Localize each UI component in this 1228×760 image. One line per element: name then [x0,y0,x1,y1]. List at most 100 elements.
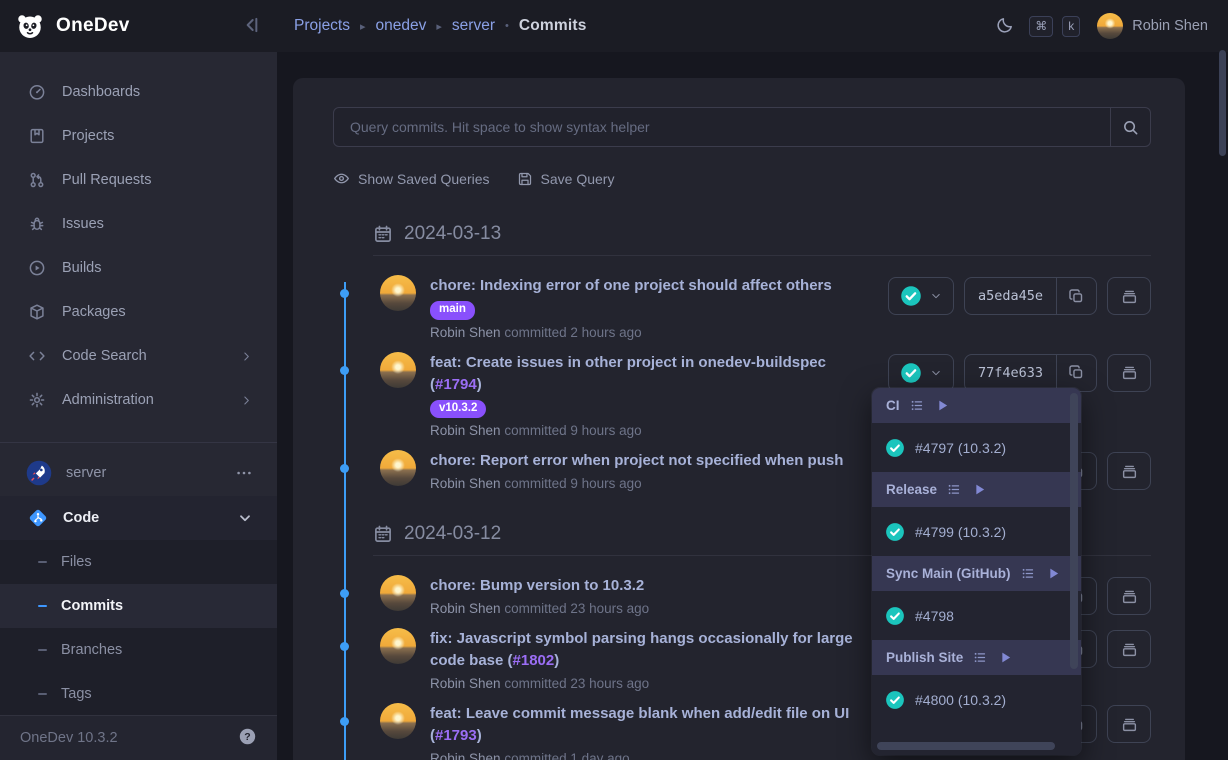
browse-code-button[interactable] [1107,705,1151,743]
browse-code-button[interactable] [1107,354,1151,392]
ref-badge[interactable]: v10.3.2 [430,400,486,419]
commit-message-text: ) [554,652,559,669]
commit-body: feat: Leave commit message blank when ad… [430,703,868,760]
commit-message-link[interactable]: chore: Bump version to 10.3.2 [430,575,868,597]
save-query-link[interactable]: Save Query [517,171,615,187]
page-scrollbar[interactable] [1219,50,1226,156]
user-menu[interactable]: Robin Shen [1097,13,1208,39]
committer-avatar[interactable] [380,275,416,311]
sidebar-subitem-label: Commits [61,598,123,614]
code-section: Code Files Commits BranchesTags [0,496,277,716]
sidebar-item-issues[interactable]: Issues [0,202,277,246]
list-icon[interactable] [947,482,962,497]
commit-message-link[interactable]: feat: Create issues in other project in … [430,352,868,396]
committer-avatar[interactable] [380,575,416,611]
show-saved-queries-link[interactable]: Show Saved Queries [333,170,490,187]
copy-hash-button[interactable] [1056,355,1096,391]
sidebar-item-label: Packages [62,304,126,320]
browse-code-button[interactable] [1107,630,1151,668]
breadcrumb-link-projects[interactable]: Projects [294,17,350,35]
commit-time: committed 9 hours ago [504,423,641,438]
build-status-popup: CI#4797 (10.3.2)Release#4799 (10.3.2)Syn… [872,388,1081,755]
build-label: #4799 (10.3.2) [915,524,1006,540]
sidebar-item-dashboards[interactable]: Dashboards [0,70,277,114]
copy-hash-button[interactable] [1056,278,1096,314]
build-status-dropdown-button[interactable] [888,277,954,315]
sidebar-project-server[interactable]: server [0,450,277,496]
commit-hash[interactable]: 77f4e633 [965,365,1056,381]
sidebar-item-code[interactable]: Code [0,496,277,540]
commit-hash[interactable]: a5eda45e [965,288,1056,304]
sidebar-subitem-label: Files [61,554,92,570]
commit-message-link[interactable]: fix: Javascript symbol parsing hangs occ… [430,628,868,672]
project-options-dots-icon[interactable] [235,464,253,482]
build-status-dropdown-button[interactable] [888,354,954,392]
sidebar-item-pull-requests[interactable]: Pull Requests [0,158,277,202]
committer-avatar[interactable] [380,628,416,664]
commit-message-text: chore: Indexing error of one project sho… [430,277,832,294]
issue-reference-link[interactable]: #1794 [435,376,477,393]
sidebar-subitem-commits[interactable]: Commits [0,584,277,628]
committer-avatar[interactable] [380,450,416,486]
sidebar-item-administration[interactable]: Administration [0,378,277,422]
commit-row: chore: Indexing error of one project sho… [333,275,1151,342]
save-query-label: Save Query [541,171,615,187]
breadcrumb-link-server[interactable]: server [452,17,495,35]
browse-code-button[interactable] [1107,452,1151,490]
list-icon[interactable] [1021,566,1036,581]
sidebar-subitem-tags[interactable]: Tags [0,672,277,716]
subitem-dash-icon [38,561,47,563]
check-circle-icon [900,362,922,384]
issue-reference-link[interactable]: #1793 [435,727,477,744]
sidebar-subitem-files[interactable]: Files [0,540,277,584]
help-button[interactable]: ? [238,727,257,749]
popup-vertical-scrollbar[interactable] [1070,393,1078,669]
committer-avatar[interactable] [380,703,416,739]
browse-icon [1121,288,1138,305]
search-button[interactable] [1110,108,1150,146]
browse-code-button[interactable] [1107,577,1151,615]
timeline-dot [340,717,349,726]
build-entry[interactable]: #4797 (10.3.2) [872,423,1081,472]
committer-avatar[interactable] [380,352,416,388]
commit-message-text: ) [477,376,482,393]
build-entry[interactable]: #4799 (10.3.2) [872,507,1081,556]
commit-message-link[interactable]: chore: Report error when project not spe… [430,450,868,472]
browse-icon [1121,716,1138,733]
sidebar-item-builds[interactable]: Builds [0,246,277,290]
user-name: Robin Shen [1132,18,1208,34]
list-icon[interactable] [973,650,988,665]
build-entry[interactable]: #4800 (10.3.2) [872,675,1081,724]
sidebar-collapse-button[interactable] [241,15,261,38]
dark-mode-toggle[interactable] [996,16,1014,37]
onedev-panda-logo-icon [15,11,45,41]
logo-area: OneDev [0,11,277,41]
svg-text:?: ? [244,731,250,743]
commit-query-input[interactable] [334,108,1110,146]
run-job-play-icon[interactable] [972,482,987,497]
git-code-icon [27,507,49,529]
issue-reference-link[interactable]: #1802 [513,652,555,669]
breadcrumb-link-onedev[interactable]: onedev [376,17,427,35]
list-icon[interactable] [910,398,925,413]
sidebar-item-packages[interactable]: Packages [0,290,277,334]
job-header: CI [872,388,1081,423]
run-job-play-icon[interactable] [998,650,1013,665]
commit-message-link[interactable]: chore: Indexing error of one project sho… [430,275,868,297]
run-job-play-icon[interactable] [1046,566,1061,581]
commit-time: committed 2 hours ago [504,325,641,340]
build-entry[interactable]: #4798 [872,591,1081,640]
run-job-play-icon[interactable] [935,398,950,413]
popup-horizontal-scrollbar[interactable] [877,742,1055,750]
ref-badge[interactable]: main [430,301,475,320]
sidebar-item-label: Code Search [62,348,147,364]
sidebar-item-projects[interactable]: Projects [0,114,277,158]
check-circle-icon [900,285,922,307]
commit-message-link[interactable]: feat: Leave commit message blank when ad… [430,703,868,747]
sidebar-item-code-search[interactable]: Code Search [0,334,277,378]
browse-code-button[interactable] [1107,277,1151,315]
shortcut-key-cmd: ⌘ [1029,16,1053,37]
administration-icon [28,391,46,409]
chevron-down-icon [930,290,942,302]
sidebar-subitem-branches[interactable]: Branches [0,628,277,672]
